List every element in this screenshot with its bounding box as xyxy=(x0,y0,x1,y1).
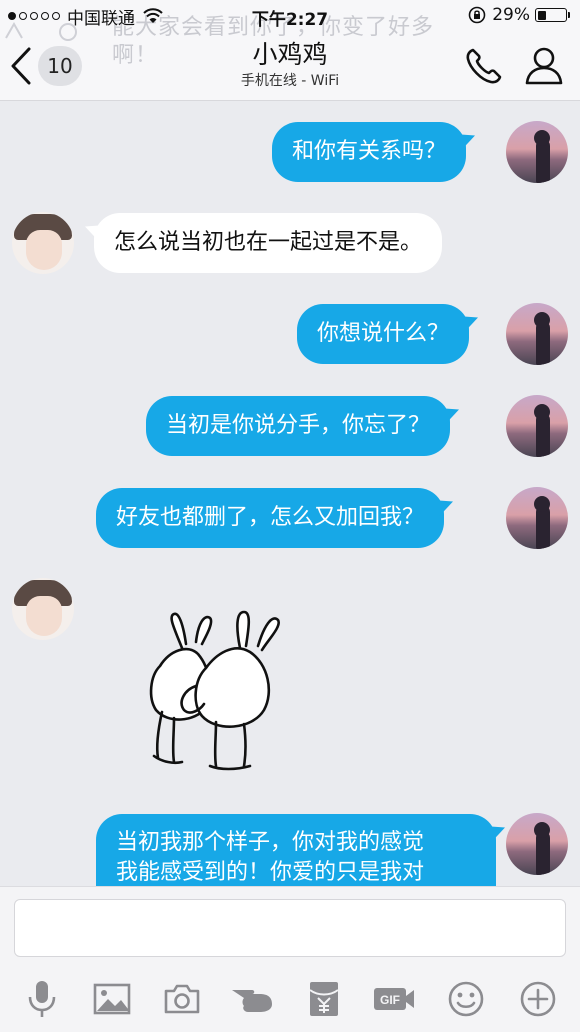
message-text-line1: 当初我那个样子，你对我的感觉 xyxy=(116,830,425,855)
message-bubble-sent[interactable]: 和你有关系吗？ xyxy=(272,122,467,182)
camera-button[interactable] xyxy=(160,977,204,1021)
microphone-icon xyxy=(28,981,56,1017)
message-bubble-sent[interactable]: 当初我那个样子，你对我的感觉 我能感受到的！你爱的只是我对 xyxy=(96,814,496,888)
plus-icon xyxy=(520,981,556,1017)
poke-button[interactable] xyxy=(230,977,274,1021)
my-avatar[interactable] xyxy=(506,487,568,549)
message-list[interactable]: 和你有关系吗？ 怎么说当初也在一起过是不是。 你想说什么？ 当初是你说分手，你忘… xyxy=(0,0,580,888)
profile-button[interactable] xyxy=(524,46,564,90)
contact-avatar[interactable] xyxy=(12,212,74,274)
my-avatar[interactable] xyxy=(506,813,568,875)
red-packet-button[interactable] xyxy=(302,977,346,1021)
status-right: 29% xyxy=(468,5,570,25)
emoji-icon xyxy=(448,981,484,1017)
avatar-silhouette xyxy=(534,496,550,549)
image-icon xyxy=(93,983,131,1015)
composer: GIF xyxy=(0,886,580,1032)
input-toolbar: GIF xyxy=(0,971,580,1027)
avatar-face xyxy=(26,230,62,270)
avatar-silhouette xyxy=(534,130,550,183)
message-bubble-sent[interactable]: 你想说什么？ xyxy=(297,304,470,364)
avatar-silhouette xyxy=(534,312,550,365)
contact-avatar[interactable] xyxy=(12,578,74,640)
status-bar: 中国联通 下午2:27 29% xyxy=(0,0,580,32)
my-avatar[interactable] xyxy=(506,395,568,457)
message-bubble-received[interactable]: 怎么说当初也在一起过是不是。 xyxy=(94,213,443,273)
message-input[interactable] xyxy=(14,899,566,957)
avatar-silhouette xyxy=(534,404,550,457)
message-text: 当初是你说分手，你忘了？ xyxy=(166,413,431,438)
voice-button[interactable] xyxy=(20,977,64,1021)
more-button[interactable] xyxy=(516,977,560,1021)
battery-icon xyxy=(535,8,567,22)
message-text: 和你有关系吗？ xyxy=(292,139,447,164)
message-bubble-sent[interactable]: 好友也都删了，怎么又加回我？ xyxy=(96,488,445,548)
hugging-rabbits-sticker[interactable] xyxy=(140,606,286,774)
message-text-line2: 我能感受到的！你爱的只是我对 xyxy=(116,860,425,885)
gif-label: GIF xyxy=(380,993,400,1007)
avatar-face xyxy=(26,596,62,636)
chat-screen: 和你有关系吗？ 怎么说当初也在一起过是不是。 你想说什么？ 当初是你说分手，你忘… xyxy=(0,0,580,1032)
poke-hand-icon xyxy=(232,990,272,1012)
battery-percentage: 29% xyxy=(492,5,530,25)
my-avatar[interactable] xyxy=(506,303,568,365)
red-packet-icon xyxy=(309,982,339,1016)
image-button[interactable] xyxy=(90,977,134,1021)
person-icon xyxy=(525,47,563,85)
phone-icon xyxy=(466,48,502,84)
message-bubble-sent[interactable]: 当初是你说分手，你忘了？ xyxy=(146,396,451,456)
message-text: 好友也都删了，怎么又加回我？ xyxy=(116,505,425,530)
gif-icon: GIF xyxy=(374,988,414,1010)
avatar-silhouette xyxy=(534,822,550,875)
emoji-button[interactable] xyxy=(444,977,488,1021)
call-button[interactable] xyxy=(464,46,504,90)
gif-button[interactable]: GIF xyxy=(372,977,416,1021)
message-text: 你想说什么？ xyxy=(317,321,450,346)
orientation-lock-icon xyxy=(468,6,486,24)
camera-icon xyxy=(164,984,200,1014)
message-text: 怎么说当初也在一起过是不是。 xyxy=(114,230,423,255)
my-avatar[interactable] xyxy=(506,121,568,183)
